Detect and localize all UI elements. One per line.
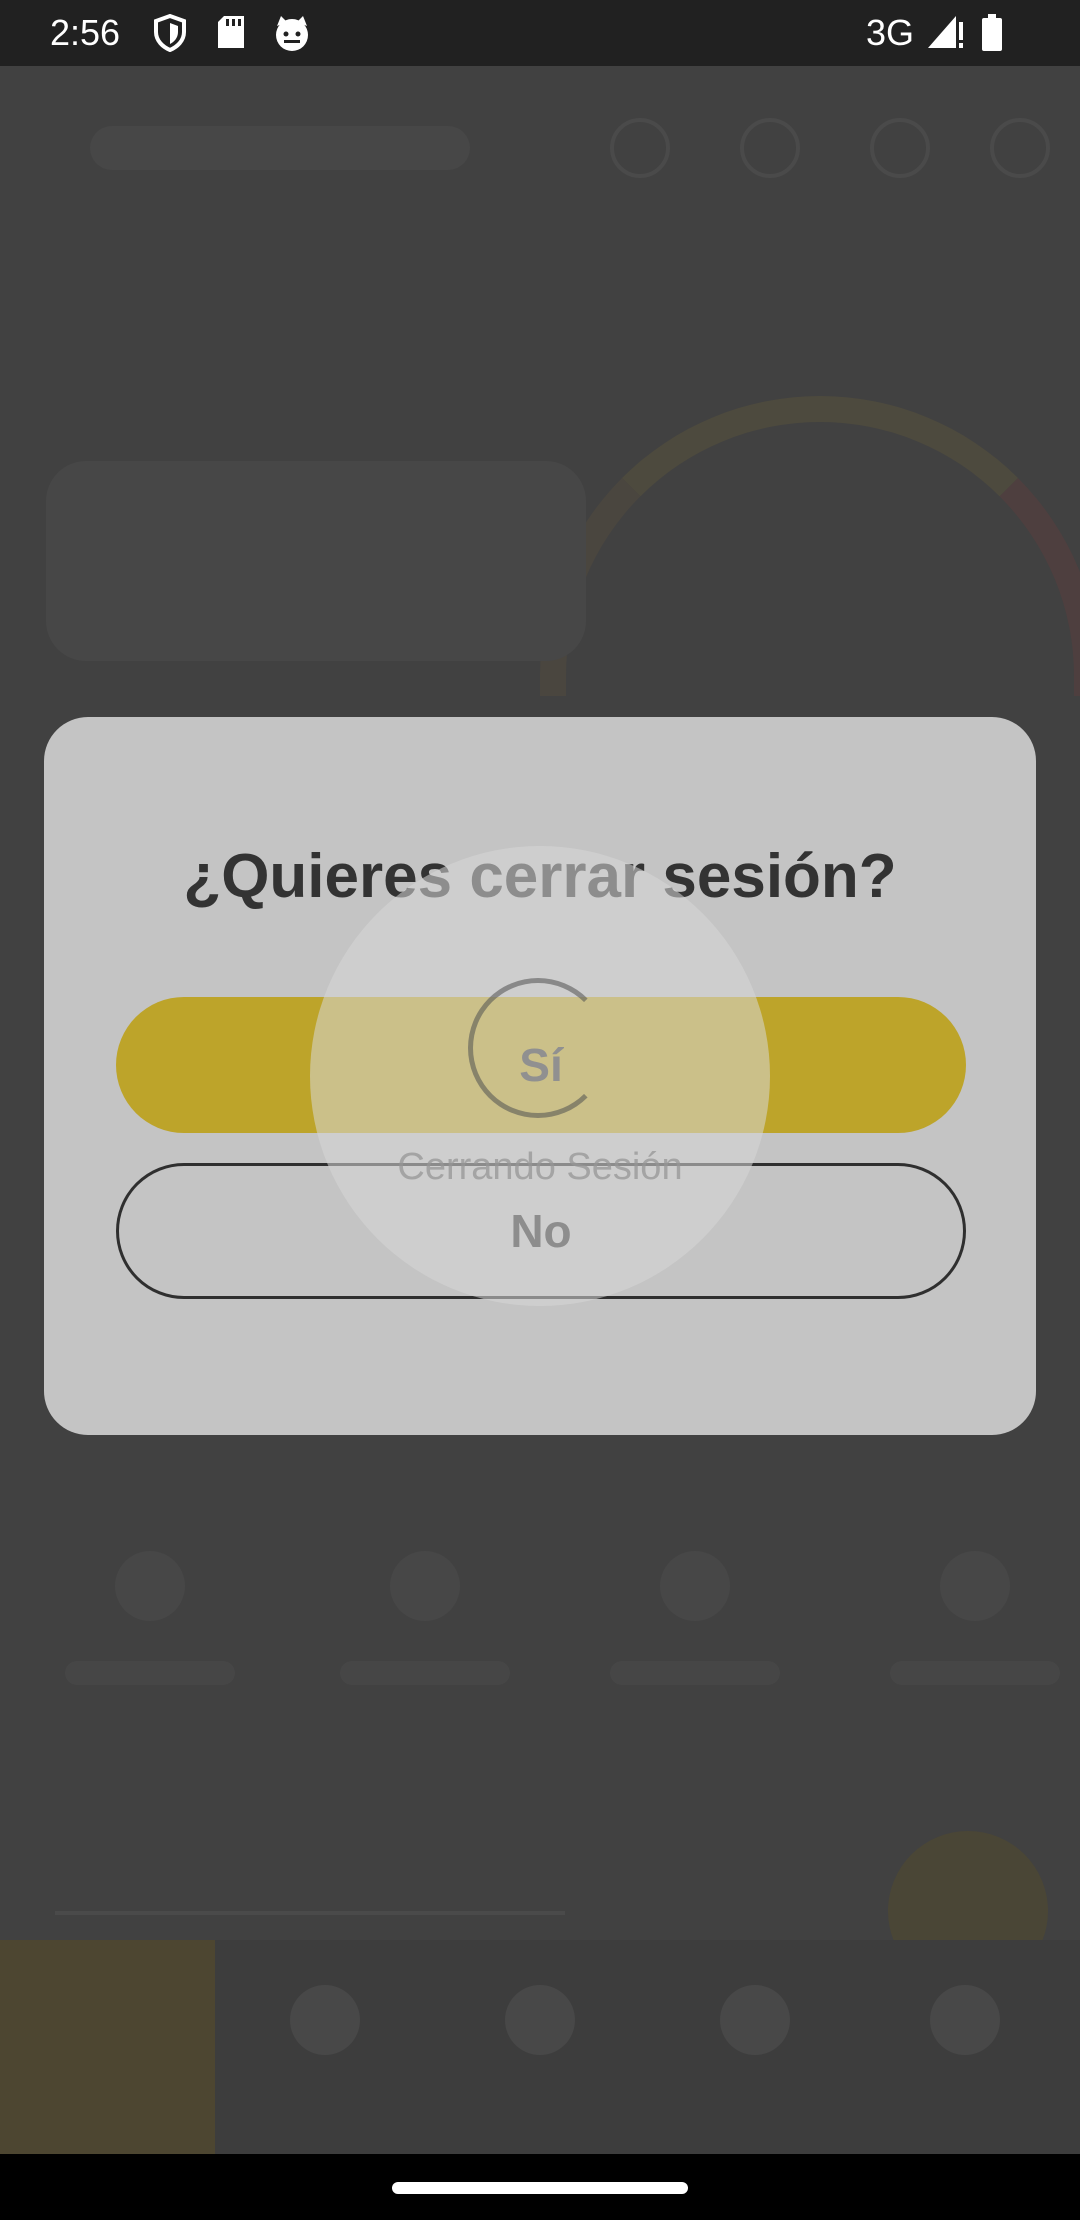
home-gesture-handle[interactable] bbox=[392, 2182, 688, 2194]
status-time: 2:56 bbox=[50, 12, 121, 53]
loading-spinner-icon bbox=[468, 978, 608, 1118]
system-nav-bar bbox=[0, 2154, 1080, 2220]
sd-card-icon bbox=[216, 14, 246, 55]
cat-face-icon bbox=[272, 14, 312, 57]
inbox-icon bbox=[740, 118, 800, 178]
bottom-nav-icon bbox=[930, 1985, 1000, 2055]
shield-icon bbox=[152, 13, 188, 57]
divider bbox=[55, 1911, 565, 1915]
shortcut-tile bbox=[870, 1521, 1070, 1821]
shortcut-tile bbox=[590, 1521, 790, 1821]
rainbow-graphic bbox=[540, 396, 1080, 696]
logout-icon bbox=[990, 118, 1050, 178]
network-type: 3G bbox=[866, 12, 915, 53]
shortcut-tile bbox=[45, 1521, 245, 1821]
status-bar: 2:56 3G bbox=[0, 0, 1080, 66]
account-card bbox=[46, 461, 586, 661]
bottom-nav-active-item bbox=[0, 1940, 215, 2154]
bottom-nav-icon bbox=[290, 1985, 360, 2055]
signal-icon bbox=[926, 14, 964, 55]
bottom-nav-icon bbox=[505, 1985, 575, 2055]
help-icon bbox=[870, 118, 930, 178]
bottom-nav-icon bbox=[720, 1985, 790, 2055]
battery-icon bbox=[980, 14, 1004, 57]
app-logo bbox=[90, 126, 470, 170]
loading-text: Cerrando Sesión bbox=[397, 1146, 683, 1188]
shortcut-tile bbox=[320, 1521, 520, 1821]
notification-icon bbox=[610, 118, 670, 178]
